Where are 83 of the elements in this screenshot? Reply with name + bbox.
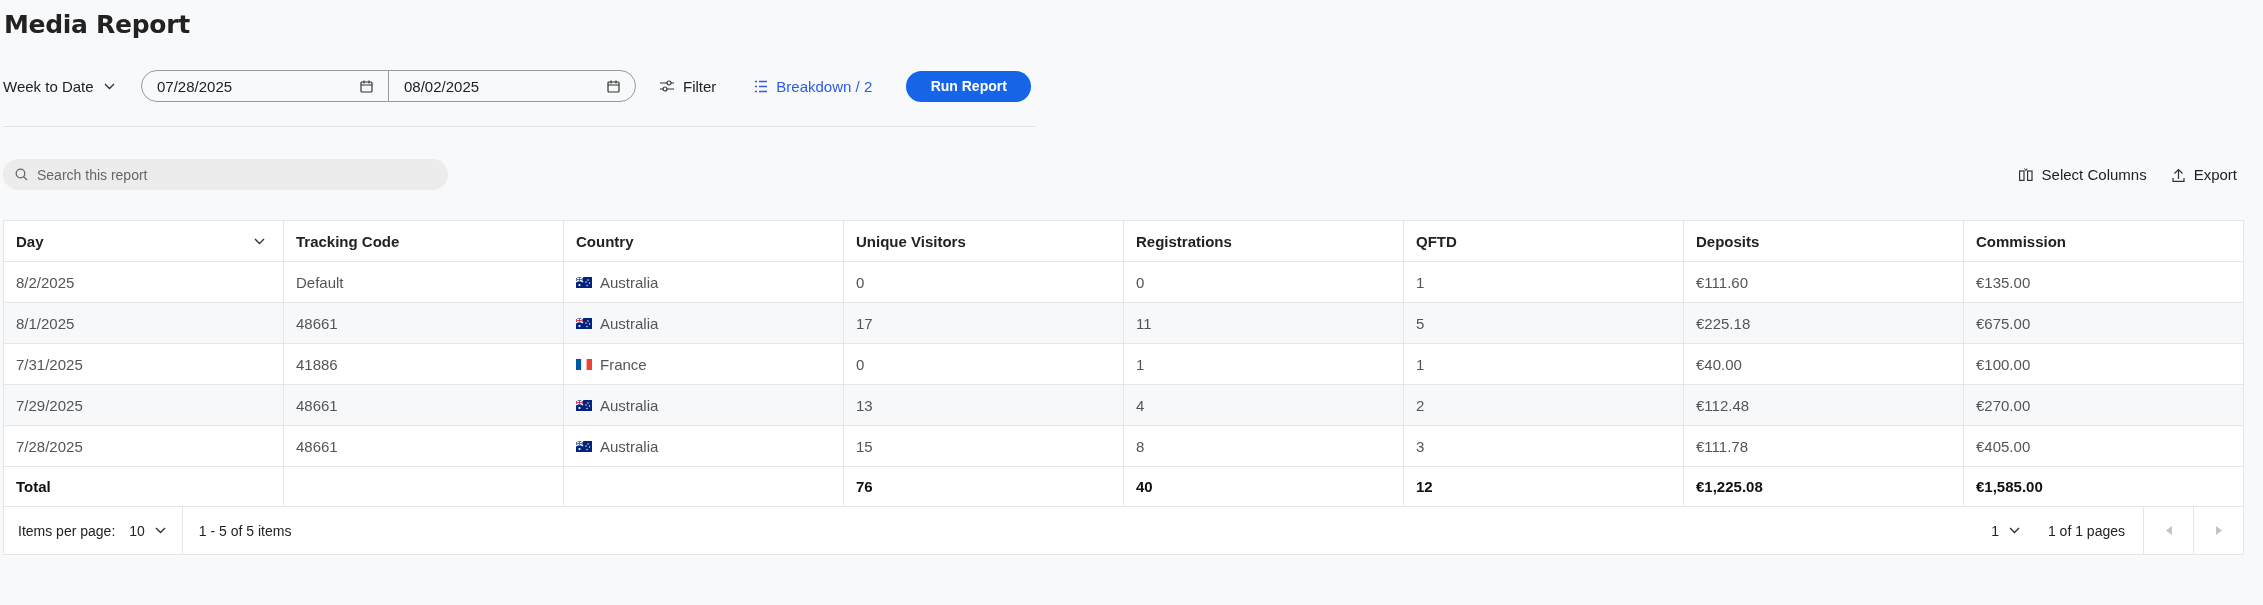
table-cell: 1 <box>1403 343 1684 385</box>
total-cell: 12 <box>1403 466 1684 507</box>
page-dropdown[interactable]: 1 <box>1991 522 2020 539</box>
chevron-down-icon <box>103 82 115 90</box>
flag-icon <box>576 276 592 288</box>
total-cell: €1,225.08 <box>1683 466 1964 507</box>
table-cell: €270.00 <box>1963 384 2244 426</box>
column-header: Country <box>563 220 844 262</box>
table-cell: €675.00 <box>1963 302 2244 344</box>
list-icon <box>754 79 768 93</box>
column-header: Registrations <box>1123 220 1404 262</box>
export-button[interactable]: Export <box>2171 166 2237 183</box>
chevron-down-icon <box>2008 527 2020 534</box>
table-cell: €405.00 <box>1963 425 2244 467</box>
table-cell: 41886 <box>283 343 564 385</box>
items-per-page-label: Items per page: <box>18 522 116 539</box>
table-cell: €135.00 <box>1963 261 2244 303</box>
flag-icon <box>576 358 592 370</box>
column-header: Unique Visitors <box>843 220 1124 262</box>
search-icon <box>15 168 28 181</box>
column-header[interactable]: Day <box>3 220 284 262</box>
table-cell: 48661 <box>283 425 564 467</box>
page-size-dropdown[interactable]: 10 <box>129 522 166 539</box>
table-cell: 7/31/2025 <box>3 343 284 385</box>
triangle-left-icon <box>2165 526 2172 535</box>
run-report-button[interactable]: Run Report <box>906 70 1032 102</box>
items-range: 1 - 5 of 5 items <box>197 522 293 539</box>
country-name: Australia <box>600 437 659 455</box>
table-cell: 8/1/2025 <box>3 302 284 344</box>
table-cell: 17 <box>843 302 1124 344</box>
table-cell: 8 <box>1123 425 1404 467</box>
table-cell: €225.18 <box>1683 302 1964 344</box>
chevron-down-icon <box>154 527 166 534</box>
table-cell: 5 <box>1403 302 1684 344</box>
column-header: Deposits <box>1683 220 1964 262</box>
column-header: Commission <box>1963 220 2244 262</box>
flag-icon <box>576 317 592 329</box>
column-header: Tracking Code <box>283 220 564 262</box>
total-cell: 76 <box>843 466 1124 507</box>
table-cell: 2 <box>1403 384 1684 426</box>
table-cell: 48661 <box>283 302 564 344</box>
triangle-right-icon <box>2215 526 2222 535</box>
filter-button[interactable]: Filter <box>660 77 717 95</box>
table-cell: 11 <box>1123 302 1404 344</box>
table-cell: 1 <box>1403 261 1684 303</box>
table-cell: €111.60 <box>1683 261 1964 303</box>
column-header: QFTD <box>1403 220 1684 262</box>
page-count: 1 of 1 pages <box>2046 522 2126 539</box>
breakdown-button[interactable]: Breakdown / 2 <box>754 77 873 95</box>
table-cell: €100.00 <box>1963 343 2244 385</box>
country-name: Australia <box>600 273 659 291</box>
table-cell: 48661 <box>283 384 564 426</box>
table-cell: 0 <box>1123 261 1404 303</box>
table-cell: 1 <box>1123 343 1404 385</box>
page-title: Media Report <box>3 9 191 41</box>
table-cell: 7/28/2025 <box>3 425 284 467</box>
country-name: Australia <box>600 396 659 414</box>
table-cell: 13 <box>843 384 1124 426</box>
table-cell: 7/29/2025 <box>3 384 284 426</box>
total-label: Total <box>3 466 284 507</box>
table-cell: 0 <box>843 343 1124 385</box>
table-cell: 8/2/2025 <box>3 261 284 303</box>
table-cell: €40.00 <box>1683 343 1964 385</box>
table-cell: 4 <box>1123 384 1404 426</box>
table-cell: Default <box>283 261 564 303</box>
table-cell: €112.48 <box>1683 384 1964 426</box>
select-columns-button[interactable]: Select Columns <box>2018 166 2147 183</box>
columns-icon <box>2018 168 2033 181</box>
table-cell: 3 <box>1403 425 1684 467</box>
country-name: France <box>600 355 647 373</box>
sliders-icon <box>660 80 674 92</box>
upload-icon <box>2171 167 2185 182</box>
period-dropdown[interactable]: Week to Date <box>3 77 141 95</box>
search-field[interactable]: Search this report <box>3 159 448 190</box>
table-cell: 15 <box>843 425 1124 467</box>
table-cell: 0 <box>843 261 1124 303</box>
total-cell: 40 <box>1123 466 1404 507</box>
flag-icon <box>576 440 592 452</box>
total-cell: €1,585.00 <box>1963 466 2244 507</box>
flag-icon <box>576 399 592 411</box>
column-label: Day <box>16 232 44 250</box>
country-name: Australia <box>600 314 659 332</box>
table-cell: €111.78 <box>1683 425 1964 467</box>
